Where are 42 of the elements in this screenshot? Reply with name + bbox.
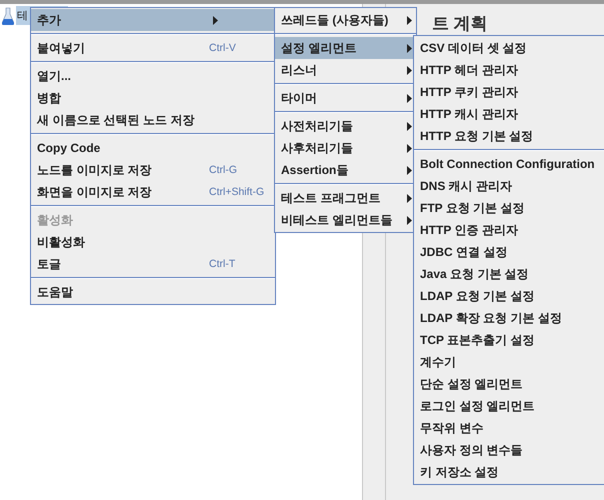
menu-item[interactable]: Bolt Connection Configuration: [414, 153, 604, 175]
menu-item[interactable]: Java 요청 기본 설정: [414, 263, 604, 285]
menu-item[interactable]: 키 저장소 설정: [414, 461, 604, 483]
menu-item[interactable]: 열기...: [31, 65, 275, 87]
menu-item[interactable]: HTTP 헤더 관리자: [414, 59, 604, 81]
menu-item[interactable]: 테스트 프래그먼트: [275, 187, 416, 209]
menu-item[interactable]: CSV 데이터 셋 설정: [414, 37, 604, 59]
menu-item[interactable]: 로그인 설정 엘리먼트: [414, 395, 604, 417]
menu-item[interactable]: FTP 요청 기본 설정: [414, 197, 604, 219]
menu-item[interactable]: 도움말: [31, 281, 275, 303]
menu-item[interactable]: 붙여넣기 Ctrl-V: [31, 37, 275, 59]
menu-item[interactable]: 화면을 이미지로 저장 Ctrl+Shift-G: [31, 181, 275, 203]
menu-item[interactable]: 추가: [31, 9, 275, 31]
flask-icon: [2, 6, 14, 24]
menu-item[interactable]: DNS 캐시 관리자: [414, 175, 604, 197]
menu-item[interactable]: 비테스트 엘리먼트들: [275, 209, 416, 231]
menu-item[interactable]: 병합: [31, 87, 275, 109]
menu-item[interactable]: 계수기: [414, 351, 604, 373]
menu-item[interactable]: 무작위 변수: [414, 417, 604, 439]
menu-item[interactable]: 사전처리기들: [275, 115, 416, 137]
menu-item[interactable]: 단순 설정 엘리먼트: [414, 373, 604, 395]
menu-item[interactable]: 쓰레드들 (사용자들): [275, 9, 416, 31]
menu-item[interactable]: 사후처리기들: [275, 137, 416, 159]
panel-title: 트 계획: [432, 14, 488, 33]
menu-item[interactable]: 새 이름으로 선택된 노드 저장: [31, 109, 275, 131]
menu-item[interactable]: HTTP 캐시 관리자: [414, 103, 604, 125]
menu-item[interactable]: 타이머: [275, 87, 416, 109]
menu-item[interactable]: 토글 Ctrl-T: [31, 253, 275, 275]
menu-item[interactable]: LDAP 요청 기본 설정: [414, 285, 604, 307]
menu-item[interactable]: TCP 표본추출기 설정: [414, 329, 604, 351]
menu-item[interactable]: HTTP 인증 관리자: [414, 219, 604, 241]
menu-item[interactable]: HTTP 요청 기본 설정: [414, 125, 604, 147]
menu-item[interactable]: 비활성화: [31, 231, 275, 253]
menu-item[interactable]: 리스너: [275, 59, 416, 81]
menu-item[interactable]: HTTP 쿠키 관리자: [414, 81, 604, 103]
menu-item[interactable]: Copy Code: [31, 137, 275, 159]
menu-item[interactable]: 사용자 정의 변수들: [414, 439, 604, 461]
menu-item[interactable]: 노드를 이미지로 저장 Ctrl-G: [31, 159, 275, 181]
menu-item[interactable]: 설정 엘리먼트: [275, 37, 416, 59]
menu-item[interactable]: LDAP 확장 요청 기본 설정: [414, 307, 604, 329]
menu-item[interactable]: Assertion들: [275, 159, 416, 181]
menu-item[interactable]: JDBC 연결 설정: [414, 241, 604, 263]
